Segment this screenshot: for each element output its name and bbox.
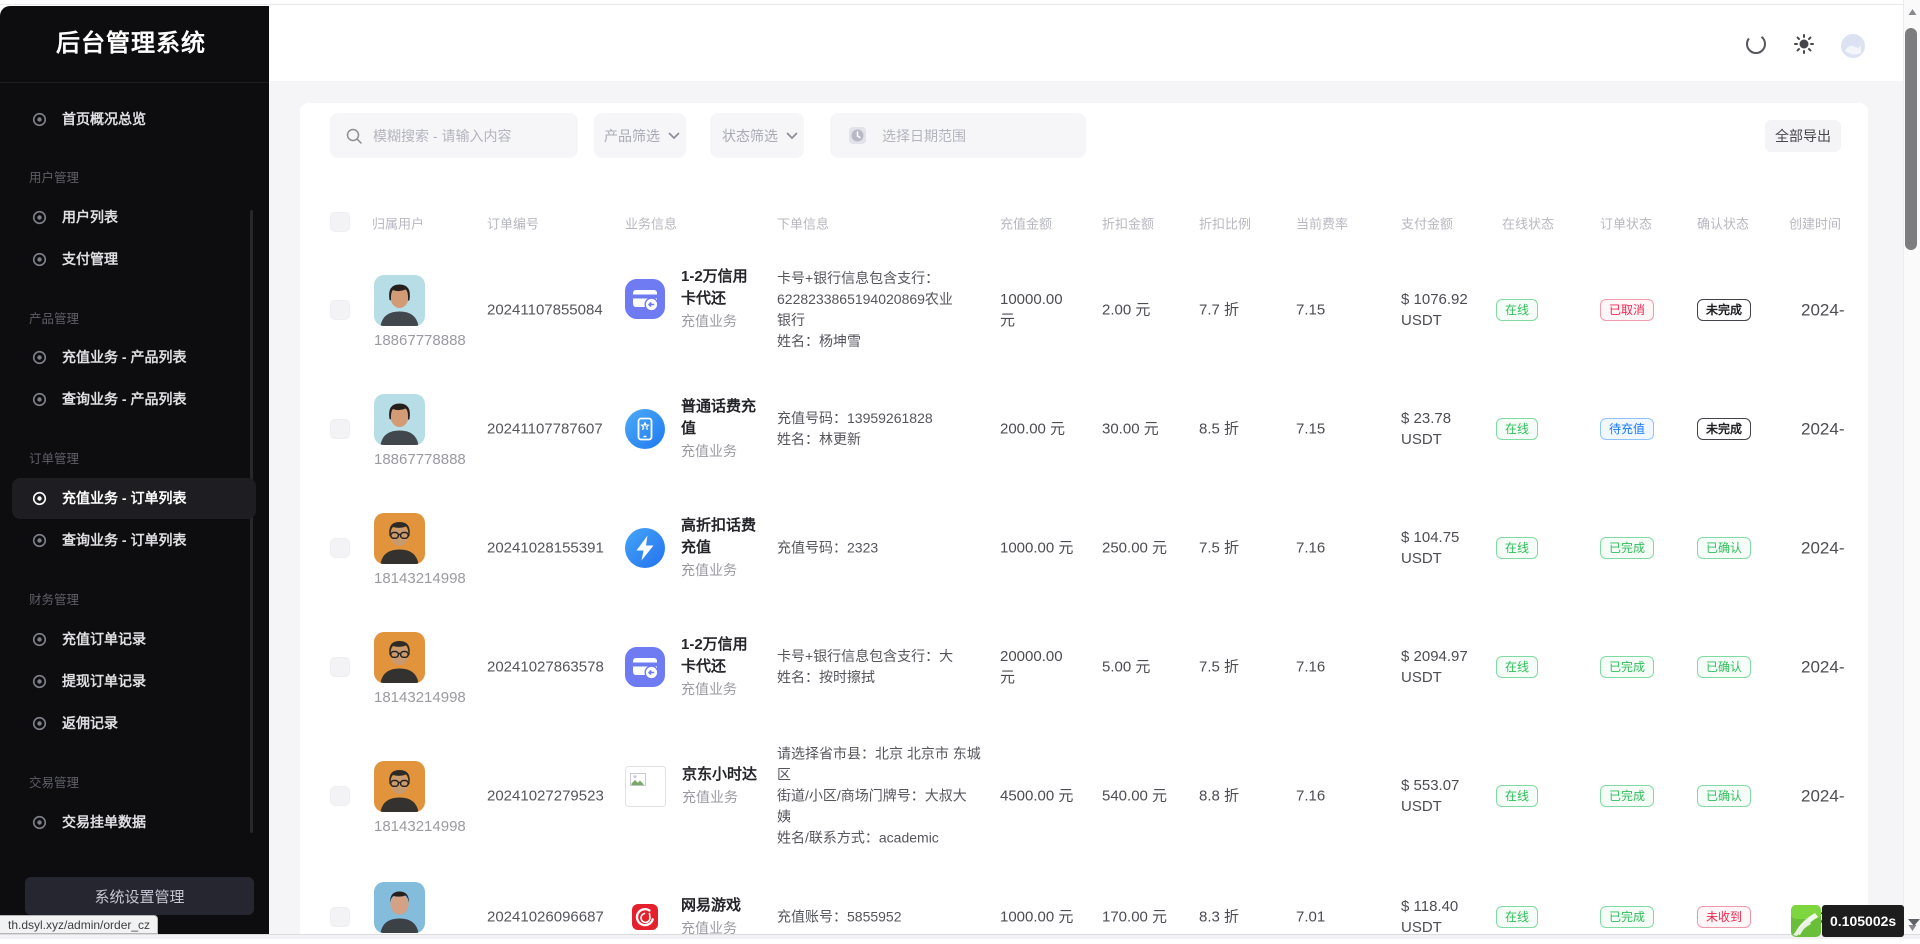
svg-text:¥: ¥ [643,425,647,432]
